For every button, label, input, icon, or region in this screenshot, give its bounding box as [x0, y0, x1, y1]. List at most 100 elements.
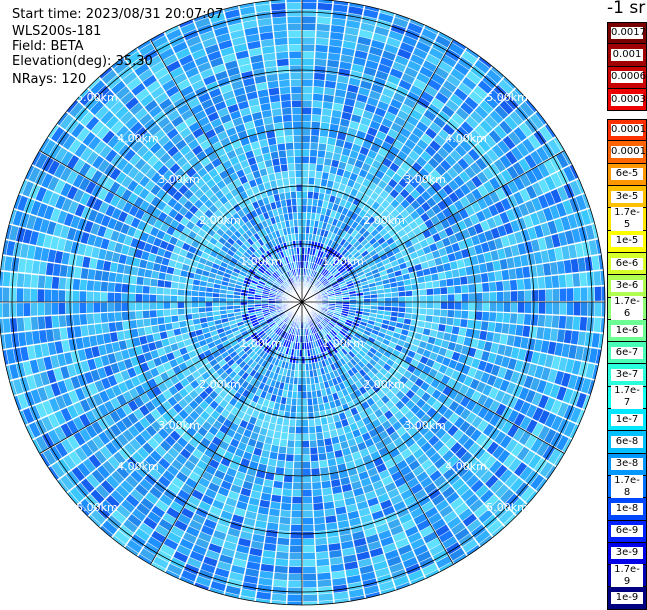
ppi-range-gate — [326, 529, 339, 538]
ppi-range-gate — [302, 37, 315, 45]
ppi-range-gate — [336, 75, 349, 84]
ppi-range-gate — [149, 302, 157, 310]
ppi-range-gate — [339, 61, 352, 70]
ppi-range-gate — [274, 129, 284, 138]
ppi-range-gate — [302, 226, 306, 234]
ppi-range-gate — [551, 315, 560, 328]
ppi-range-gate — [156, 309, 164, 318]
ppi-range-gate — [529, 326, 538, 339]
ppi-range-gate — [293, 142, 302, 150]
ppi-range-gate — [268, 458, 277, 467]
ppi-range-gate — [163, 295, 171, 302]
ppi-range-gate — [263, 59, 277, 68]
ppi-range-gate — [184, 302, 192, 309]
ppi-range-gate — [502, 312, 511, 323]
ppi-range-gate — [289, 72, 302, 80]
ppi-range-gate — [258, 506, 270, 515]
ppi-range-gate — [270, 101, 281, 110]
ppi-range-gate — [65, 290, 73, 302]
ppi-range-gate — [333, 591, 349, 600]
ppi-range-gate — [302, 475, 312, 483]
ppi-range-gate — [391, 306, 399, 312]
ppi-range-gate — [326, 59, 340, 68]
ppi-range-gate — [312, 482, 322, 490]
ppi-range-gate — [93, 291, 101, 302]
ppi-range-gate — [317, 579, 332, 588]
ppi-range-gate — [72, 290, 80, 302]
ppi-range-gate — [287, 440, 295, 448]
ppi-range-gate — [292, 482, 302, 490]
ppi-range-gate — [114, 283, 122, 293]
ppi-range-gate — [278, 530, 290, 539]
ppi-range-gate — [550, 328, 559, 342]
ppi-range-gate — [418, 314, 426, 321]
ppi-range-gate — [295, 184, 302, 192]
ppi-range-gate — [269, 508, 281, 517]
ppi-range-gate — [280, 100, 292, 109]
ppi-range-gate — [290, 79, 302, 87]
ppi-range-gate — [302, 170, 309, 178]
ppi-range-gate — [89, 258, 98, 270]
ppi-range-gate — [66, 326, 75, 339]
ppi-range-gate — [384, 306, 392, 311]
ppi-range-gate — [281, 107, 292, 116]
ppi-range-gate — [328, 45, 342, 54]
ppi-range-gate — [290, 524, 302, 532]
ppi-range-gate — [286, 9, 301, 17]
ppi-range-gate — [285, 142, 294, 150]
ppi-range-gate — [302, 433, 310, 441]
ppi-range-gate — [38, 261, 48, 276]
ppi-range-gate — [256, 513, 269, 522]
ppi-range-gate — [287, 16, 301, 24]
ppi-range-gate — [302, 79, 313, 87]
ppi-range-gate — [128, 293, 136, 302]
ppi-range-gate — [302, 545, 316, 553]
ppi-range-gate — [292, 128, 302, 136]
ppi-range-gate — [280, 93, 291, 102]
ppi-range-gate — [2, 287, 10, 302]
ppi-range-gate — [280, 509, 292, 518]
ppi-range-gate — [25, 331, 34, 346]
ppi-range-gate — [115, 321, 124, 332]
ppi-range-gate — [454, 310, 462, 319]
ppi-range-gate — [129, 275, 137, 285]
ppi-range-gate — [302, 447, 310, 455]
ppi-range-gate — [314, 65, 326, 74]
ppi-range-gate — [233, 298, 241, 302]
ppi-range-gate — [309, 440, 318, 448]
ppi-range-gate — [302, 440, 310, 448]
ppi-range-gate — [302, 135, 311, 143]
ppi-range-gate — [149, 310, 157, 318]
ppi-range-gate — [79, 314, 88, 326]
ppi-range-gate — [330, 116, 341, 125]
ppi-range-gate — [128, 311, 136, 321]
ppi-range-gate — [329, 549, 343, 558]
ppi-range-gate — [312, 488, 323, 497]
ppi-range-gate — [142, 294, 150, 302]
ppi-range-gate — [292, 489, 302, 497]
ppi-range-gate — [65, 278, 74, 290]
ppi-range-gate — [287, 587, 302, 595]
ppi-range-gate — [302, 461, 311, 469]
ppi-range-gate — [270, 2, 286, 11]
ppi-range-gate — [284, 468, 294, 476]
ppi-range-gate — [482, 311, 490, 321]
ppi-range-gate — [297, 391, 302, 399]
ppi-range-gate — [205, 302, 213, 308]
ppi-range-gate — [328, 38, 343, 48]
ppi-range-gate — [499, 333, 508, 345]
ppi-range-gate — [570, 330, 579, 345]
ppi-range-gate — [100, 292, 108, 302]
ppi-range-gate — [283, 475, 293, 483]
ppi-range-gate — [51, 315, 60, 329]
ppi-range-gate — [302, 86, 313, 94]
ppi-range-gate — [100, 312, 109, 324]
ppi-range-gate — [51, 302, 59, 316]
ppi-range-gate — [506, 334, 515, 346]
ppi-range-gate — [330, 563, 345, 572]
ppi-range-gate — [143, 318, 151, 327]
ppi-range-gate — [260, 103, 271, 112]
ppi-range-gate — [96, 259, 105, 271]
ppi-range-gate — [331, 570, 346, 579]
ppi-range-gate — [129, 320, 138, 330]
